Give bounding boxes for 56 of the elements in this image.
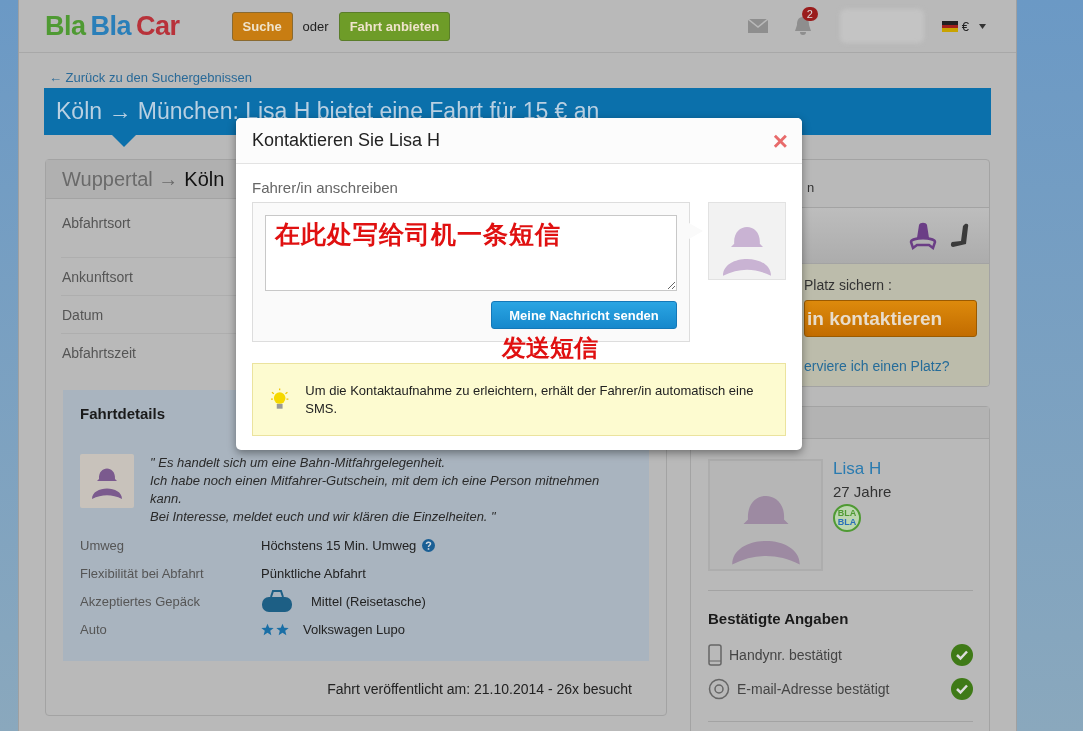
dialog-title: Kontaktieren Sie Lisa H [252,130,441,151]
close-button[interactable]: × [772,127,788,154]
level-badge: BLA BLA [833,504,861,532]
details-title: Fahrtdetails [80,405,166,422]
detail-value: Volkswagen Lupo [303,621,405,637]
star-icon [261,622,274,636]
back-link[interactable]: ← Zurück zu den Suchergebnissen [49,70,991,85]
detail-label: Auto [80,621,108,637]
detail-value: Höchstens 15 Min. Umweg [261,537,417,553]
info-text: Um die Kontaktaufnahme zu erleichtern, erhält der Fahrer/in automatisch eine SMS. [305,381,755,418]
verification-label: Handynr. bestätigt [729,647,843,663]
quote-line: Ich habe noch einen Mitfahrer-Gutschein, mit dem ich eine Person mitnehmen kann. [150,472,601,508]
phone-icon [708,644,722,666]
detail-label: Akzeptiertes Gepäck [80,593,201,609]
contact-button[interactable]: in kontaktieren [804,300,977,337]
detail-label: Umweg [80,537,126,553]
field-label: Datum [62,306,104,323]
driver-age: 27 Jahre [833,483,892,500]
flag-icon[interactable] [941,20,958,32]
send-button[interactable]: Meine Nachricht senden [491,301,677,329]
avatar-icon [708,202,786,280]
field-label: Abfahrtszeit [62,344,136,361]
field-label: Ankunftsort [62,268,133,285]
bag-icon [261,590,293,612]
reserve-prompt: Platz sichern : [804,277,892,293]
search-button[interactable]: Suche [231,11,293,41]
seat-icon [909,221,937,250]
avatar-icon [80,454,134,508]
message-field[interactable] [265,215,677,291]
notification-badge: 2 [801,7,818,21]
booking-text: n [807,180,815,195]
detail-label: Flexibilität bei Abfahrt [80,565,205,581]
help-icon[interactable] [422,538,436,552]
star-icon [276,622,289,636]
route-from: Wuppertal → [62,167,179,191]
message-label: Fahrer/in anschreiben [252,179,399,196]
detail-value: Mittel (Reisetasche) [311,593,426,609]
logo[interactable]: Bla Bla Car [45,10,180,42]
detail-value: Pünktliche Abfahrt [261,565,366,581]
how-to-reserve-link[interactable]: erviere ich einen Platz? [804,358,950,374]
or-text: oder [302,18,329,34]
offer-ride-button[interactable]: Fahrt anbieten [338,11,451,41]
annotation-text: 发送短信 [502,333,598,364]
published-info: Fahrt veröffentlicht am: 21.10.2014 - 26x besucht [326,681,632,697]
quote-line: " Es handelt sich um eine Bahn-Mitfahrgelegenheit. [150,454,447,472]
caret-icon[interactable] [979,23,986,29]
annotation-text: 在此处写给司机一条短信 [275,219,561,251]
verification-label: E-mail-Adresse bestätigt [737,681,891,697]
field-label: Abfahrtsort [62,215,131,231]
bell-icon[interactable] [793,16,812,36]
currency-selector[interactable]: € [961,18,969,34]
route-to: Köln [184,167,225,191]
verified-title: Bestätigte Angaben [708,590,973,627]
quote-line: Bei Interesse, meldet euch und wir klären die Einzelheiten. " [150,508,497,526]
avatar-icon [708,459,823,571]
driver-name[interactable]: Lisa H [833,459,892,479]
